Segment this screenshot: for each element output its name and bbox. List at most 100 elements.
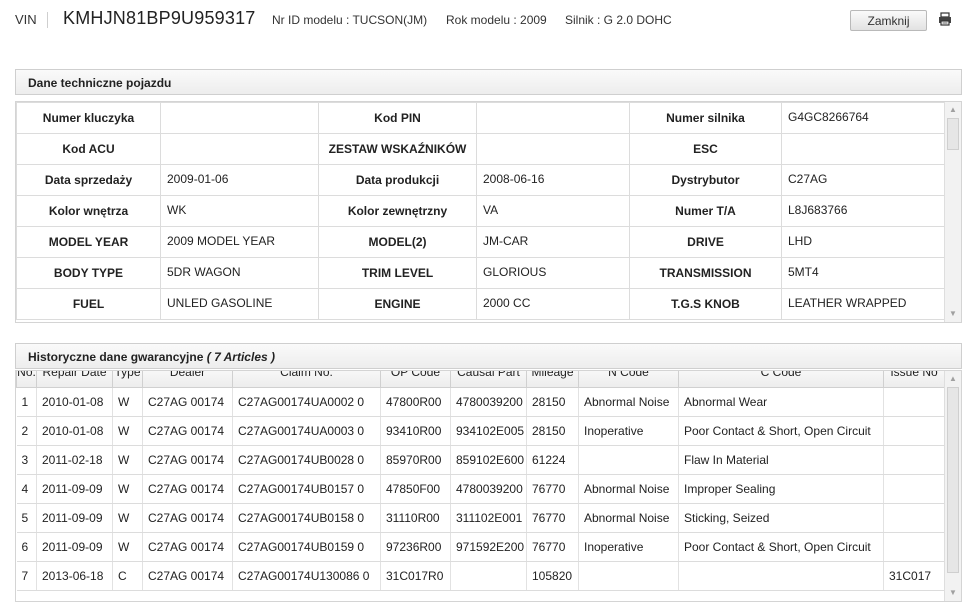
table-row[interactable]: 1 2010-01-08 W C27AG 00174 C27AG00174UA0002 … — [16, 387, 945, 417]
tech-field-value — [476, 102, 630, 134]
table-cell: 1 — [16, 387, 37, 417]
scroll-down-arrow-icon[interactable]: ▼ — [948, 309, 958, 319]
table-cell: 31C017R0 — [380, 561, 451, 591]
table-cell: 2011-09-09 — [36, 532, 113, 562]
tech-field-label: ZESTAW WSKAŹNIKÓW — [318, 133, 477, 165]
warranty-scroll-thumb[interactable] — [947, 387, 959, 573]
table-cell — [678, 561, 884, 591]
table-row[interactable]: 6 2011-09-09 W C27AG 00174 C27AG00174UB0159 … — [16, 532, 945, 562]
column-header[interactable]: Type — [112, 371, 143, 388]
tech-field-label: MODEL(2) — [318, 226, 477, 258]
column-header[interactable]: C Code — [678, 371, 884, 388]
table-cell: Abnormal Noise — [578, 474, 679, 504]
warranty-scrollbar[interactable]: ▲ ▼ — [944, 371, 961, 601]
table-cell: W — [112, 416, 143, 446]
warranty-article-count: ( 7 Articles ) — [206, 350, 275, 364]
tech-row: MODEL YEAR 2009 MODEL YEAR MODEL(2) JM-CAR D… — [16, 226, 945, 258]
table-cell — [450, 561, 527, 591]
table-cell: 76770 — [526, 503, 579, 533]
table-cell: C27AG00174UB0028 0 — [232, 445, 381, 475]
close-button[interactable]: Zamknij — [850, 10, 927, 31]
tech-field-value: UNLED GASOLINE — [160, 288, 319, 320]
table-cell: 2 — [16, 416, 37, 446]
column-header[interactable]: Repair Date — [36, 371, 113, 388]
table-row[interactable]: 4 2011-09-09 W C27AG 00174 C27AG00174UB0157 … — [16, 474, 945, 504]
warranty-panel-title: Historyczne dane gwarancyjne — [28, 350, 204, 364]
table-cell: C — [112, 561, 143, 591]
column-header[interactable]: OP Code — [380, 371, 451, 388]
table-cell: C27AG00174UB0158 0 — [232, 503, 381, 533]
table-cell: C27AG 00174 — [142, 532, 233, 562]
table-cell — [883, 387, 945, 417]
table-cell — [883, 532, 945, 562]
tech-scrollbar[interactable]: ▲ ▼ — [944, 102, 961, 322]
table-row[interactable]: 3 2011-02-18 W C27AG 00174 C27AG00174UB0028 … — [16, 445, 945, 475]
scroll-up-arrow-icon[interactable]: ▲ — [948, 374, 958, 384]
table-cell: Abnormal Noise — [578, 387, 679, 417]
table-cell: C27AG 00174 — [142, 474, 233, 504]
tech-field-label: Data sprzedaży — [16, 164, 161, 196]
scroll-down-arrow-icon[interactable]: ▼ — [948, 588, 958, 598]
table-cell: Abnormal Noise — [578, 503, 679, 533]
column-header[interactable]: Causal Part — [450, 371, 527, 388]
tech-field-label: Kolor wnętrza — [16, 195, 161, 227]
tech-panel-header: Dane techniczne pojazdu — [15, 69, 962, 95]
tech-field-label: Kod PIN — [318, 102, 477, 134]
column-header[interactable]: N Code — [578, 371, 679, 388]
column-header[interactable]: No. — [16, 371, 37, 388]
table-cell: C27AG00174UB0157 0 — [232, 474, 381, 504]
model-year: Rok modelu : 2009 — [446, 13, 547, 27]
tech-field-label: Numer T/A — [629, 195, 782, 227]
tech-field-value: GLORIOUS — [476, 257, 630, 289]
tech-field-label: T.G.S KNOB — [629, 288, 782, 320]
tech-field-value: 2008-06-16 — [476, 164, 630, 196]
tech-scroll-thumb[interactable] — [947, 118, 959, 150]
table-cell: 859102E600 — [450, 445, 527, 475]
column-header[interactable]: Issue No — [883, 371, 945, 388]
table-cell: C27AG 00174 — [142, 561, 233, 591]
warranty-panel-header: Historyczne dane gwarancyjne ( 7 Article… — [15, 343, 962, 369]
table-cell: 5 — [16, 503, 37, 533]
column-header[interactable]: Dealer — [142, 371, 233, 388]
table-cell: 93410R00 — [380, 416, 451, 446]
tech-field-label: BODY TYPE — [16, 257, 161, 289]
table-cell: C27AG 00174 — [142, 416, 233, 446]
tech-field-label: TRIM LEVEL — [318, 257, 477, 289]
table-cell: 3 — [16, 445, 37, 475]
tech-field-value: VA — [476, 195, 630, 227]
table-cell: Poor Contact & Short, Open Circuit — [678, 532, 884, 562]
table-cell — [883, 416, 945, 446]
table-cell: C27AG 00174 — [142, 503, 233, 533]
warranty-panel: No. Repair Date Type Dealer Claim No. OP Code… — [15, 370, 962, 602]
tech-field-value: JM-CAR — [476, 226, 630, 258]
scroll-up-arrow-icon[interactable]: ▲ — [948, 105, 958, 115]
table-cell — [578, 445, 679, 475]
column-header[interactable]: Claim No. — [232, 371, 381, 388]
table-row[interactable]: 2 2010-01-08 W C27AG 00174 C27AG00174UA0003 … — [16, 416, 945, 446]
table-cell: 76770 — [526, 474, 579, 504]
table-cell: 31110R00 — [380, 503, 451, 533]
table-cell: 85970R00 — [380, 445, 451, 475]
table-cell: Inoperative — [578, 532, 679, 562]
tech-field-value: LHD — [781, 226, 945, 258]
print-icon[interactable] — [938, 12, 952, 26]
tech-row: Numer kluczyka Kod PIN Numer silnika G4GC82… — [16, 102, 945, 134]
table-cell: Poor Contact & Short, Open Circuit — [678, 416, 884, 446]
table-cell: 47850F00 — [380, 474, 451, 504]
table-cell: 28150 — [526, 416, 579, 446]
table-row[interactable]: 7 2013-06-18 C C27AG 00174 C27AG00174U130086… — [16, 561, 945, 591]
column-header[interactable]: Mileage — [526, 371, 579, 388]
header-divider — [47, 12, 48, 28]
tech-field-value: 2009 MODEL YEAR — [160, 226, 319, 258]
table-cell: Inoperative — [578, 416, 679, 446]
tech-row: Kod ACU ZESTAW WSKAŹNIKÓW ESC — [16, 133, 945, 165]
table-cell: C27AG00174UB0159 0 — [232, 532, 381, 562]
tech-row: Data sprzedaży 2009-01-06 Data produkcji 20… — [16, 164, 945, 196]
table-cell: 4780039200 — [450, 387, 527, 417]
tech-field-label: Kod ACU — [16, 133, 161, 165]
tech-field-value: C27AG — [781, 164, 945, 196]
table-cell: 2011-02-18 — [36, 445, 113, 475]
tech-field-label: Dystrybutor — [629, 164, 782, 196]
table-cell: 2010-01-08 — [36, 416, 113, 446]
table-row[interactable]: 5 2011-09-09 W C27AG 00174 C27AG00174UB0158 … — [16, 503, 945, 533]
